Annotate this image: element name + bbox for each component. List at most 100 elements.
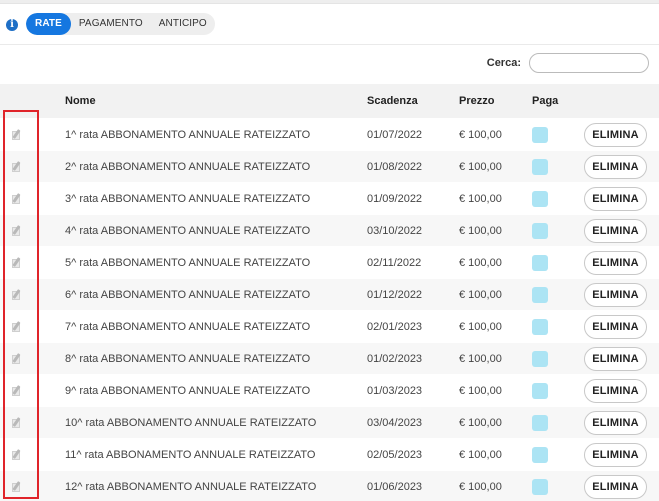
pay-checkbox[interactable] xyxy=(532,447,548,463)
divider xyxy=(0,44,659,45)
due-date: 02/11/2022 xyxy=(367,257,422,269)
delete-button[interactable]: ELIMINA xyxy=(584,123,647,147)
delete-button[interactable]: ELIMINA xyxy=(584,283,647,307)
installment-name: 10^ rata ABBONAMENTO ANNUALE RATEIZZATO xyxy=(65,417,317,429)
pay-checkbox[interactable] xyxy=(532,319,548,335)
header-due: Scadenza xyxy=(367,95,418,107)
delete-button[interactable]: ELIMINA xyxy=(584,251,647,275)
header-pay: Paga xyxy=(532,95,559,107)
price: € 100,00 xyxy=(459,129,502,141)
delete-button[interactable]: ELIMINA xyxy=(584,379,647,403)
table-row: 9^ rata ABBONAMENTO ANNUALE RATEIZZATO 01… xyxy=(0,374,659,406)
tab-group: RATE PAGAMENTO ANTICIPO xyxy=(26,13,215,35)
price: € 100,00 xyxy=(459,321,502,333)
table-body: 1^ rata ABBONAMENTO ANNUALE RATEIZZATO 01… xyxy=(0,118,659,501)
search-bar: Cerca: xyxy=(487,53,649,73)
top-border xyxy=(0,0,659,4)
installment-name: 5^ rata ABBONAMENTO ANNUALE RATEIZZATO xyxy=(65,257,311,269)
price: € 100,00 xyxy=(459,417,502,429)
edit-icon[interactable] xyxy=(12,481,21,492)
installment-name: 3^ rata ABBONAMENTO ANNUALE RATEIZZATO xyxy=(65,193,311,205)
edit-icon[interactable] xyxy=(12,257,21,268)
installment-name: 7^ rata ABBONAMENTO ANNUALE RATEIZZATO xyxy=(65,321,311,333)
pay-checkbox[interactable] xyxy=(532,415,548,431)
installment-name: 4^ rata ABBONAMENTO ANNUALE RATEIZZATO xyxy=(65,225,311,237)
delete-button[interactable]: ELIMINA xyxy=(584,219,647,243)
delete-button[interactable]: ELIMINA xyxy=(584,187,647,211)
due-date: 01/07/2022 xyxy=(367,129,423,141)
delete-button[interactable]: ELIMINA xyxy=(584,411,647,435)
price: € 100,00 xyxy=(459,481,502,493)
pay-checkbox[interactable] xyxy=(532,191,548,207)
installment-name: 2^ rata ABBONAMENTO ANNUALE RATEIZZATO xyxy=(65,161,311,173)
edit-icon[interactable] xyxy=(12,161,21,172)
edit-icon[interactable] xyxy=(12,449,21,460)
table-row: 10^ rata ABBONAMENTO ANNUALE RATEIZZATO 0… xyxy=(0,406,659,438)
installments-table: Nome Scadenza Prezzo Paga 1^ rata ABBONA… xyxy=(0,84,659,501)
installment-name: 9^ rata ABBONAMENTO ANNUALE RATEIZZATO xyxy=(65,385,311,397)
edit-icon[interactable] xyxy=(12,417,21,428)
table-row: 3^ rata ABBONAMENTO ANNUALE RATEIZZATO 01… xyxy=(0,182,659,214)
table-row: 11^ rata ABBONAMENTO ANNUALE RATEIZZATO 0… xyxy=(0,438,659,470)
price: € 100,00 xyxy=(459,449,502,461)
table-header: Nome Scadenza Prezzo Paga xyxy=(0,84,659,118)
table-row: 12^ rata ABBONAMENTO ANNUALE RATEIZZATO 0… xyxy=(0,470,659,501)
due-date: 01/08/2022 xyxy=(367,161,423,173)
delete-button[interactable]: ELIMINA xyxy=(584,155,647,179)
edit-icon[interactable] xyxy=(12,289,21,300)
price: € 100,00 xyxy=(459,257,502,269)
due-date: 01/09/2022 xyxy=(367,193,423,205)
installment-name: 12^ rata ABBONAMENTO ANNUALE RATEIZZATO xyxy=(65,481,317,493)
edit-icon[interactable] xyxy=(12,129,21,140)
search-label: Cerca: xyxy=(486,57,521,69)
installment-name: 6^ rata ABBONAMENTO ANNUALE RATEIZZATO xyxy=(65,289,311,301)
delete-button[interactable]: ELIMINA xyxy=(584,443,647,467)
due-date: 02/01/2023 xyxy=(367,321,423,333)
header-name: Nome xyxy=(65,95,96,107)
pay-checkbox[interactable] xyxy=(532,255,548,271)
search-input[interactable] xyxy=(529,53,649,73)
tab-pagamento[interactable]: PAGAMENTO xyxy=(71,13,151,35)
pay-checkbox[interactable] xyxy=(532,479,548,495)
pay-checkbox[interactable] xyxy=(532,287,548,303)
table-row: 5^ rata ABBONAMENTO ANNUALE RATEIZZATO 02… xyxy=(0,246,659,278)
delete-button[interactable]: ELIMINA xyxy=(584,347,647,371)
edit-icon[interactable] xyxy=(12,321,21,332)
pay-checkbox[interactable] xyxy=(532,223,548,239)
edit-icon[interactable] xyxy=(12,225,21,236)
delete-button[interactable]: ELIMINA xyxy=(584,315,647,339)
delete-button[interactable]: ELIMINA xyxy=(584,475,647,499)
due-date: 02/05/2023 xyxy=(367,449,423,461)
tab-anticipo[interactable]: ANTICIPO xyxy=(151,13,215,35)
due-date: 03/04/2023 xyxy=(367,417,423,429)
header-price: Prezzo xyxy=(459,95,495,107)
pay-checkbox[interactable] xyxy=(532,383,548,399)
edit-icon[interactable] xyxy=(12,193,21,204)
table-row: 7^ rata ABBONAMENTO ANNUALE RATEIZZATO 02… xyxy=(0,310,659,342)
pay-checkbox[interactable] xyxy=(532,159,548,175)
price: € 100,00 xyxy=(459,161,502,173)
due-date: 01/02/2023 xyxy=(367,353,423,365)
tab-rate[interactable]: RATE xyxy=(26,13,71,35)
tab-bar: i RATE PAGAMENTO ANTICIPO xyxy=(0,12,659,46)
due-date: 03/10/2022 xyxy=(367,225,423,237)
price: € 100,00 xyxy=(459,289,502,301)
table-row: 6^ rata ABBONAMENTO ANNUALE RATEIZZATO 01… xyxy=(0,278,659,310)
info-icon[interactable]: i xyxy=(6,19,18,31)
table-row: 1^ rata ABBONAMENTO ANNUALE RATEIZZATO 01… xyxy=(0,118,659,150)
pay-checkbox[interactable] xyxy=(532,351,548,367)
price: € 100,00 xyxy=(459,225,502,237)
installment-name: 1^ rata ABBONAMENTO ANNUALE RATEIZZATO xyxy=(65,129,311,141)
price: € 100,00 xyxy=(459,385,502,397)
due-date: 01/06/2023 xyxy=(367,481,423,493)
edit-icon[interactable] xyxy=(12,385,21,396)
installment-name: 8^ rata ABBONAMENTO ANNUALE RATEIZZATO xyxy=(65,353,311,365)
pay-checkbox[interactable] xyxy=(532,127,548,143)
table-row: 8^ rata ABBONAMENTO ANNUALE RATEIZZATO 01… xyxy=(0,342,659,374)
due-date: 01/12/2022 xyxy=(367,289,423,301)
installment-name: 11^ rata ABBONAMENTO ANNUALE RATEIZZATO xyxy=(65,449,316,461)
price: € 100,00 xyxy=(459,193,502,205)
edit-icon[interactable] xyxy=(12,353,21,364)
due-date: 01/03/2023 xyxy=(367,385,423,397)
table-row: 2^ rata ABBONAMENTO ANNUALE RATEIZZATO 01… xyxy=(0,150,659,182)
